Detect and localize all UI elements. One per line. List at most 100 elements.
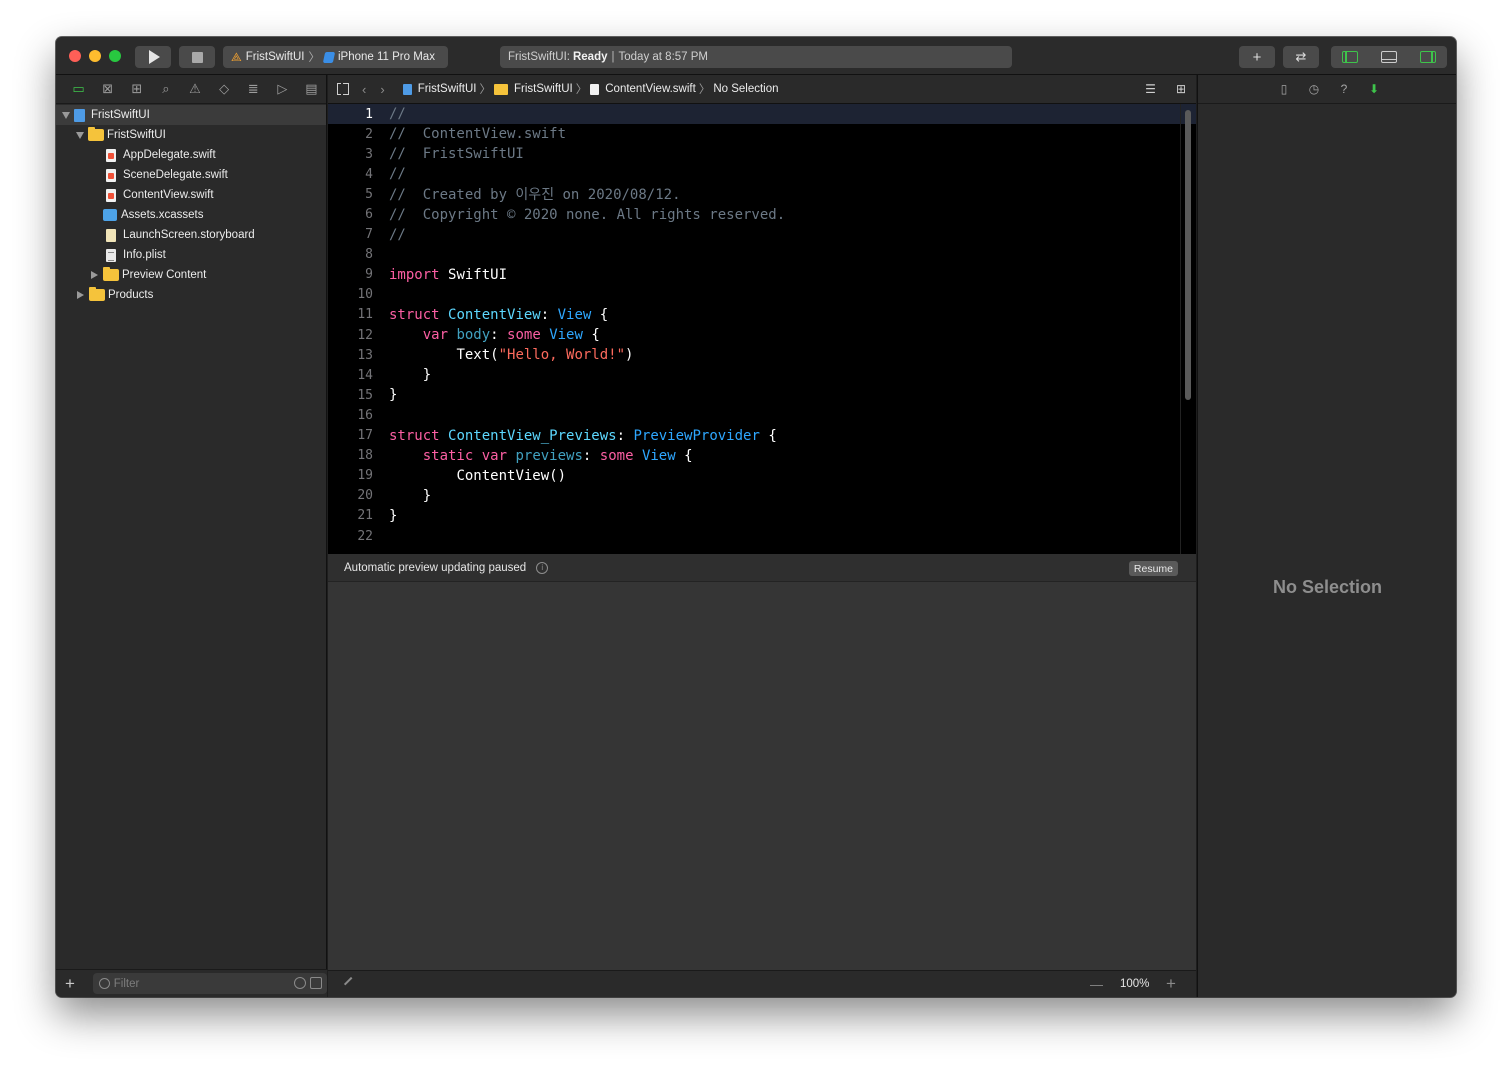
code-line: 5 // Created by 이우진 on 2020/08/12. bbox=[328, 184, 1196, 204]
recent-files-icon[interactable] bbox=[294, 977, 306, 989]
tree-item-label: Info.plist bbox=[123, 249, 166, 261]
line-number: 8 bbox=[365, 247, 373, 263]
disclosure-closed-icon[interactable] bbox=[77, 291, 84, 299]
disclosure-open-icon[interactable] bbox=[62, 111, 70, 119]
quick-help-icon[interactable]: ? bbox=[1336, 82, 1352, 96]
code-line: 12 var body: some View { bbox=[328, 325, 1196, 345]
line-number: 22 bbox=[357, 528, 373, 544]
disclosure-closed-icon[interactable] bbox=[91, 271, 98, 279]
filter-options bbox=[294, 977, 322, 989]
zoom-window-button[interactable] bbox=[109, 50, 121, 62]
code-token: Text( bbox=[456, 347, 499, 364]
library-button[interactable]: + bbox=[1239, 46, 1275, 68]
code-line: 11 struct ContentView: View { bbox=[328, 305, 1196, 325]
code-line: 16 bbox=[328, 405, 1196, 425]
stop-button[interactable] bbox=[179, 46, 215, 68]
attributes-inspector-icon[interactable]: ⬇ bbox=[1366, 82, 1382, 96]
inspector-selector-bar: ▯ ◷ ? ⬇ bbox=[1198, 75, 1456, 104]
filter-input[interactable]: Filter bbox=[92, 973, 327, 994]
filter-icon bbox=[98, 978, 110, 989]
code-token: View bbox=[557, 306, 592, 323]
jumpbar-symbol[interactable]: No Selection bbox=[713, 83, 778, 95]
history-clock-icon[interactable]: ◷ bbox=[1306, 82, 1322, 96]
tree-row-file[interactable]: ContentView.swift bbox=[56, 185, 326, 205]
code-line: 1 // bbox=[328, 104, 1196, 125]
swap-arrows-icon: ⇄ bbox=[1295, 49, 1307, 64]
scheme-selector[interactable]: ⟁ FristSwiftUI 〉 iPhone 11 Pro Max bbox=[223, 46, 448, 68]
test-diamond-icon[interactable]: ◇ bbox=[210, 81, 239, 97]
debug-gauge-icon[interactable]: ≣ bbox=[239, 81, 268, 97]
editor-area: ‹ › FristSwiftUI 〉 FristSwiftUI 〉 Conten… bbox=[328, 75, 1196, 997]
forward-arrow-icon[interactable]: › bbox=[380, 82, 384, 97]
jumpbar-file[interactable]: ContentView.swift bbox=[590, 83, 696, 95]
tree-row-group[interactable]: FristSwiftUI bbox=[56, 125, 326, 145]
line-number: 15 bbox=[357, 387, 373, 403]
plus-icon: + bbox=[1252, 48, 1262, 66]
line-number: 4 bbox=[365, 166, 373, 182]
code-token: ContentView_Previews bbox=[448, 427, 617, 444]
tree-row-file[interactable]: Info.plist bbox=[56, 245, 326, 265]
code-token: View bbox=[549, 327, 583, 344]
close-window-button[interactable] bbox=[69, 50, 81, 62]
line-number: 19 bbox=[357, 468, 373, 484]
jumpbar-group[interactable]: FristSwiftUI bbox=[493, 83, 573, 95]
line-number: 3 bbox=[365, 146, 373, 162]
tree-row-group[interactable]: Preview Content bbox=[56, 265, 326, 285]
source-control-icon[interactable]: ⊠ bbox=[93, 81, 122, 97]
preview-status-text: Automatic preview updating paused bbox=[344, 561, 527, 574]
zoom-in-button[interactable]: + bbox=[1166, 974, 1176, 994]
code-token: PreviewProvider bbox=[633, 427, 760, 444]
tree-item-label: Preview Content bbox=[122, 269, 207, 281]
code-line: 21 } bbox=[328, 506, 1196, 526]
info-icon[interactable]: i bbox=[536, 561, 549, 574]
simulator-device-icon bbox=[322, 51, 336, 63]
line-number: 13 bbox=[357, 347, 373, 363]
file-inspector-icon[interactable]: ▯ bbox=[1276, 82, 1292, 96]
tree-row-file[interactable]: Assets.xcassets bbox=[56, 205, 326, 225]
minimize-window-button[interactable] bbox=[89, 50, 101, 62]
source-editor[interactable]: 1 // 2 // ContentView.swift 3 // FristSw… bbox=[328, 104, 1196, 554]
back-arrow-icon[interactable]: ‹ bbox=[362, 82, 366, 97]
scheme-device-label: iPhone 11 Pro Max bbox=[338, 51, 435, 63]
run-button[interactable] bbox=[135, 46, 171, 68]
tree-row-group[interactable]: Products bbox=[56, 285, 326, 305]
navigator-toggle-icon[interactable] bbox=[1342, 51, 1359, 63]
code-token: { bbox=[684, 447, 693, 464]
code-token: : bbox=[490, 327, 499, 344]
breakpoint-icon[interactable]: ▷ bbox=[268, 81, 297, 97]
folder-icon[interactable]: ▭ bbox=[64, 81, 93, 97]
source-control-filter-icon[interactable] bbox=[310, 977, 322, 989]
resume-button[interactable]: Resume bbox=[1128, 561, 1178, 576]
pin-icon[interactable] bbox=[343, 976, 359, 992]
chevron-right-icon: 〉 bbox=[575, 84, 588, 96]
editor-scrollbar[interactable] bbox=[1185, 110, 1191, 400]
disclosure-open-icon[interactable] bbox=[76, 131, 84, 139]
tree-row-file[interactable]: SceneDelegate.swift bbox=[56, 165, 326, 185]
jumpbar-project[interactable]: FristSwiftUI bbox=[402, 83, 476, 95]
editor-options-icon[interactable]: ☰ bbox=[1145, 82, 1156, 96]
report-icon[interactable]: ▤ bbox=[297, 81, 326, 97]
tree-row-project[interactable]: FristSwiftUI bbox=[56, 105, 326, 125]
split-editor-icon[interactable]: ⊞ bbox=[1176, 82, 1186, 96]
jumpbar-group-label: FristSwiftUI bbox=[513, 83, 573, 95]
tree-row-file[interactable]: AppDelegate.swift bbox=[56, 145, 326, 165]
jump-bar: ‹ › FristSwiftUI 〉 FristSwiftUI 〉 Conten… bbox=[328, 75, 1196, 104]
tree-row-file[interactable]: LaunchScreen.storyboard bbox=[56, 225, 326, 245]
preview-status-bar: Automatic preview updating paused i Resu… bbox=[328, 554, 1196, 582]
line-number: 17 bbox=[357, 428, 373, 444]
add-file-button[interactable]: + bbox=[65, 974, 85, 994]
line-number: 20 bbox=[357, 488, 373, 504]
inspector-toggle-icon[interactable] bbox=[1419, 51, 1436, 63]
preview-canvas[interactable] bbox=[328, 582, 1196, 970]
zoom-out-button[interactable]: — bbox=[1090, 977, 1103, 992]
line-number: 2 bbox=[365, 126, 373, 142]
code-token: : bbox=[540, 306, 550, 323]
code-token: some bbox=[599, 447, 634, 464]
related-items-icon[interactable] bbox=[337, 83, 349, 95]
search-icon[interactable]: ⌕ bbox=[151, 81, 180, 97]
code-review-button[interactable]: ⇄ bbox=[1283, 46, 1319, 68]
storyboard-file-icon bbox=[106, 228, 116, 242]
symbol-hierarchy-icon[interactable]: ⊞ bbox=[122, 81, 151, 97]
warning-icon[interactable]: ⚠ bbox=[180, 81, 209, 97]
debug-area-toggle-icon[interactable] bbox=[1380, 51, 1397, 63]
